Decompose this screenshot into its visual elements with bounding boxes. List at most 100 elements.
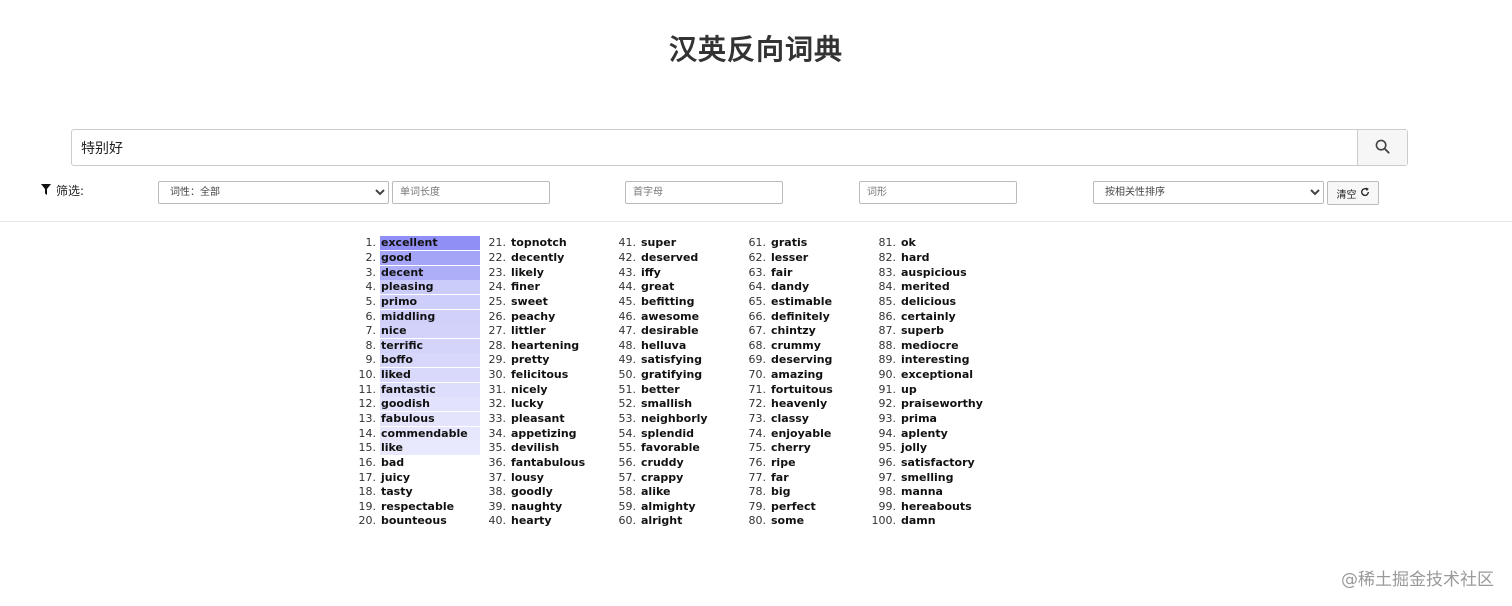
- result-item[interactable]: 36. fantabulous: [476, 456, 586, 471]
- result-word[interactable]: helluva: [640, 339, 686, 353]
- result-item[interactable]: 77. far: [736, 470, 833, 485]
- result-word[interactable]: big: [770, 485, 791, 499]
- result-word[interactable]: iffy: [640, 266, 661, 280]
- result-word[interactable]: sweet: [510, 295, 548, 309]
- result-item[interactable]: 19. respectable: [346, 500, 480, 515]
- result-word[interactable]: tasty: [380, 485, 413, 499]
- result-word[interactable]: praiseworthy: [900, 397, 983, 411]
- result-item[interactable]: 2. good: [346, 250, 480, 266]
- result-word[interactable]: awesome: [640, 310, 699, 324]
- result-word[interactable]: decently: [510, 251, 564, 265]
- result-item[interactable]: 81. ok: [866, 236, 983, 251]
- result-word[interactable]: appetizing: [510, 427, 577, 441]
- result-word[interactable]: pleasant: [510, 412, 565, 426]
- result-word[interactable]: chintzy: [770, 324, 816, 338]
- result-item[interactable]: 39. naughty: [476, 500, 585, 515]
- result-word[interactable]: lousy: [510, 471, 544, 485]
- result-word[interactable]: classy: [770, 412, 809, 426]
- result-item[interactable]: 11. fantastic: [346, 382, 480, 397]
- result-item[interactable]: 48. helluva: [606, 338, 708, 353]
- sort-select[interactable]: 按相关性排序: [1093, 181, 1324, 204]
- result-word[interactable]: middling: [380, 309, 480, 324]
- result-word[interactable]: satisfactory: [900, 456, 975, 470]
- result-word[interactable]: heartening: [510, 339, 579, 353]
- result-word[interactable]: enjoyable: [770, 427, 831, 441]
- result-word[interactable]: mediocre: [900, 339, 959, 353]
- result-item[interactable]: 95. jolly: [866, 441, 983, 456]
- result-word[interactable]: gratis: [770, 236, 807, 250]
- result-word[interactable]: juicy: [380, 471, 410, 485]
- clear-button[interactable]: 清空: [1327, 181, 1379, 205]
- result-item[interactable]: 47. desirable: [606, 324, 708, 339]
- result-item[interactable]: 66. definitely: [736, 309, 833, 324]
- result-word[interactable]: alright: [640, 514, 682, 528]
- result-item[interactable]: 61. gratis: [736, 236, 833, 251]
- result-item[interactable]: 55. favorable: [606, 441, 708, 456]
- result-word[interactable]: commendable: [380, 426, 480, 441]
- result-item[interactable]: 54. splendid: [606, 426, 708, 441]
- result-item[interactable]: 16. bad: [346, 456, 480, 471]
- result-item[interactable]: 71. fortuitous: [736, 382, 833, 397]
- result-word[interactable]: jolly: [900, 441, 927, 455]
- result-word[interactable]: fair: [770, 266, 792, 280]
- result-item[interactable]: 31. nicely: [476, 382, 585, 397]
- result-item[interactable]: 60. alright: [606, 514, 708, 529]
- result-word[interactable]: boffo: [380, 353, 480, 368]
- result-word[interactable]: pretty: [510, 353, 549, 367]
- result-item[interactable]: 75. cherry: [736, 441, 833, 456]
- result-item[interactable]: 46. awesome: [606, 309, 708, 324]
- result-word[interactable]: ripe: [770, 456, 796, 470]
- result-word[interactable]: great: [640, 280, 674, 294]
- result-word[interactable]: gratifying: [640, 368, 702, 382]
- result-word[interactable]: aplenty: [900, 427, 948, 441]
- result-item[interactable]: 87. superb: [866, 324, 983, 339]
- result-word[interactable]: ok: [900, 236, 916, 250]
- result-item[interactable]: 68. crummy: [736, 338, 833, 353]
- result-item[interactable]: 24. finer: [476, 280, 585, 295]
- result-word[interactable]: delicious: [900, 295, 956, 309]
- result-item[interactable]: 97. smelling: [866, 470, 983, 485]
- result-item[interactable]: 49. satisfying: [606, 353, 708, 368]
- result-word[interactable]: manna: [900, 485, 943, 499]
- result-item[interactable]: 88. mediocre: [866, 338, 983, 353]
- result-word[interactable]: goodish: [380, 397, 480, 412]
- result-item[interactable]: 7. nice: [346, 324, 480, 339]
- result-item[interactable]: 3. decent: [346, 265, 480, 280]
- initial-letter-input[interactable]: [625, 181, 783, 204]
- result-item[interactable]: 23. likely: [476, 265, 585, 280]
- result-word[interactable]: smelling: [900, 471, 954, 485]
- result-word[interactable]: felicitous: [510, 368, 568, 382]
- result-item[interactable]: 6. middling: [346, 309, 480, 324]
- result-item[interactable]: 85. delicious: [866, 295, 983, 310]
- result-word[interactable]: estimable: [770, 295, 832, 309]
- result-word[interactable]: cherry: [770, 441, 811, 455]
- result-word[interactable]: deserved: [640, 251, 698, 265]
- result-item[interactable]: 51. better: [606, 382, 708, 397]
- result-item[interactable]: 20. bounteous: [346, 514, 480, 529]
- result-word[interactable]: deserving: [770, 353, 832, 367]
- result-item[interactable]: 44. great: [606, 280, 708, 295]
- result-word[interactable]: far: [770, 471, 789, 485]
- result-item[interactable]: 78. big: [736, 485, 833, 500]
- result-item[interactable]: 5. primo: [346, 294, 480, 310]
- word-length-input[interactable]: [392, 181, 550, 204]
- result-item[interactable]: 64. dandy: [736, 280, 833, 295]
- result-item[interactable]: 26. peachy: [476, 309, 585, 324]
- result-word[interactable]: like: [380, 441, 480, 456]
- result-word[interactable]: decent: [380, 265, 480, 280]
- result-word[interactable]: superb: [900, 324, 944, 338]
- result-item[interactable]: 27. littler: [476, 324, 585, 339]
- result-item[interactable]: 22. decently: [476, 251, 585, 266]
- result-item[interactable]: 37. lousy: [476, 470, 585, 485]
- result-word[interactable]: topnotch: [510, 236, 567, 250]
- result-item[interactable]: 57. crappy: [606, 470, 708, 485]
- result-word[interactable]: likely: [510, 266, 544, 280]
- result-item[interactable]: 34. appetizing: [476, 426, 585, 441]
- result-word[interactable]: up: [900, 383, 917, 397]
- result-word[interactable]: fortuitous: [770, 383, 833, 397]
- result-word[interactable]: perfect: [770, 500, 816, 514]
- result-word[interactable]: interesting: [900, 353, 970, 367]
- result-item[interactable]: 35. devilish: [476, 441, 585, 456]
- result-word[interactable]: naughty: [510, 500, 562, 514]
- result-item[interactable]: 52. smallish: [606, 397, 708, 412]
